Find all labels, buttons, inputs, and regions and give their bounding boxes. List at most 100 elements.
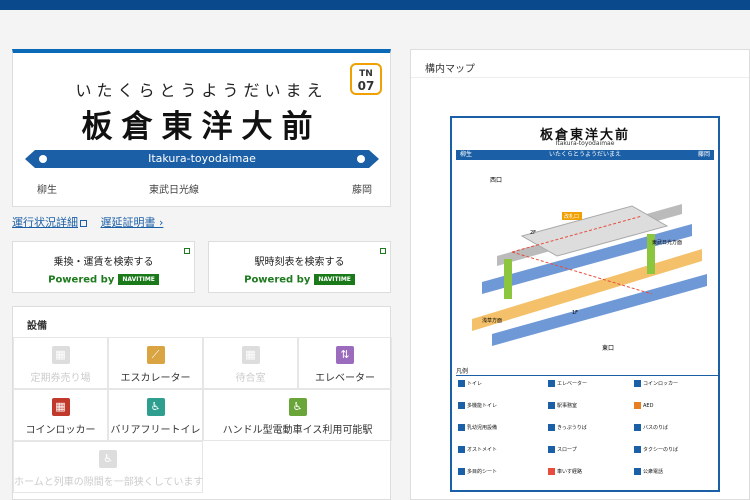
- elevator-icon: [548, 380, 555, 387]
- station-sign: いたくらとうようだいまえ 板倉東洋大前 TN 07 Itakura-toyoda…: [12, 49, 391, 207]
- facility-label: バリアフリートイレ: [110, 425, 201, 436]
- facility-electric-wheelchair: ♿ ハンドル型電動車イス利用可能駅: [203, 389, 392, 441]
- facility-waiting-room: ▦ 待合室: [203, 337, 298, 389]
- station-reading: いたくらとうようだいまえ: [75, 81, 328, 100]
- facility-coin-locker: ▦ コインロッカー: [13, 389, 108, 441]
- legend-item: AED: [634, 402, 653, 409]
- gate-label: 改札口: [564, 213, 579, 220]
- map-reading: いたくらとうようだいまえ: [548, 151, 621, 158]
- facility-accessible-toilet: ♿ バリアフリートイレ: [108, 389, 203, 441]
- legend-item: スロープ: [548, 446, 577, 453]
- station-romaji: Itakura-toyodaimae: [35, 150, 369, 168]
- facility-label: ホームと列車の隙間を一部狭くしています: [14, 477, 204, 488]
- legend-item: バスのりば: [634, 424, 668, 431]
- station-office-icon: [548, 402, 555, 409]
- fare-search-label: 乗換・運賃を検索する: [53, 257, 154, 268]
- baby-facility-icon: [458, 424, 465, 431]
- stairs-west: [504, 259, 512, 299]
- legend-item: タクシーのりば: [634, 446, 678, 453]
- aed-icon: [634, 402, 641, 409]
- accessible-toilet-icon: [458, 402, 465, 409]
- facility-label: 定期券売り場: [30, 373, 91, 384]
- facility-label: ハンドル型電動車イス利用可能駅: [222, 425, 373, 436]
- bus-icon: [634, 424, 641, 431]
- escalator-icon: ⟋: [146, 346, 165, 364]
- svg-text:1F: 1F: [572, 310, 578, 316]
- station-number: 07: [357, 79, 375, 93]
- certificate-link[interactable]: 遅延証明書 ›: [101, 216, 164, 229]
- powered-by: Powered by NAVITIME: [209, 274, 390, 286]
- coin-locker-icon: [634, 380, 641, 387]
- facility-label: エレベーター: [315, 373, 375, 384]
- elevator-icon: ⇅: [336, 346, 354, 364]
- navitime-logo: NAVITIME: [314, 274, 355, 285]
- prev-station: 柳生: [37, 185, 57, 196]
- ticket-office-icon: ▦: [51, 346, 70, 364]
- station-map-panel: 構内マップ 板倉東洋大前 Itakura-toyodaimae 柳生 いたくらと…: [410, 49, 750, 500]
- station-number-badge: TN 07: [350, 63, 382, 95]
- facility-ticket-office: ▦ 定期券売り場: [13, 337, 108, 389]
- facility-label: エスカレーター: [120, 373, 191, 384]
- fare-search-button[interactable]: 乗換・運賃を検索する Powered by NAVITIME: [12, 241, 195, 293]
- facility-platform-gap: ♿ ホームと列車の隙間を一部狭くしています: [13, 441, 203, 493]
- map-line-bar: 柳生 いたくらとうようだいまえ 藤岡: [456, 150, 714, 160]
- facility-escalator: ⟋ エスカレーター: [108, 337, 203, 389]
- map-legend: トイレ エレベーター コインロッカー 多機能トイレ 駅事務室 AED 乳幼児用設…: [456, 375, 718, 475]
- accessible-toilet-icon: ♿: [146, 398, 165, 416]
- legend-item: コインロッカー: [634, 380, 678, 387]
- map-heading: 構内マップ: [411, 50, 749, 78]
- line-name: 東武日光線: [149, 185, 199, 196]
- status-link-label: 運行状況詳細: [12, 216, 78, 229]
- status-link[interactable]: 運行状況詳細: [12, 216, 87, 229]
- certificate-link-label: 遅延証明書: [100, 216, 156, 229]
- legend-item: 乳幼児用設備: [458, 424, 497, 431]
- map-next-station: 藤岡: [697, 151, 710, 158]
- arrow-right-icon: [369, 150, 379, 168]
- legend-title: 凡例: [456, 368, 469, 375]
- waiting-room-icon: ▦: [241, 346, 260, 364]
- legend-item: 多目的シート: [458, 468, 497, 475]
- legend-item: 車いす経路: [548, 468, 582, 475]
- station-name: 板倉東洋大前: [81, 109, 322, 145]
- powered-by-text: Powered by: [244, 274, 311, 286]
- map-station-romaji: Itakura-toyodaimae: [555, 140, 615, 147]
- powered-by-text: Powered by: [48, 274, 115, 286]
- facility-elevator: ⇅ エレベーター: [298, 337, 392, 389]
- timetable-search-button[interactable]: 駅時刻表を検索する Powered by NAVITIME: [208, 241, 391, 293]
- station-map-image[interactable]: 板倉東洋大前 Itakura-toyodaimae 柳生 いたくらとうようだいま…: [450, 116, 720, 492]
- facility-label: 待合室: [235, 373, 266, 384]
- to-tobu-nikko: 東武日光方面: [652, 239, 682, 246]
- legend-item: 多機能トイレ: [458, 402, 497, 409]
- to-asakusa: 浅草方面: [482, 317, 502, 324]
- ostomate-icon: [458, 446, 465, 453]
- arrow-left-icon: [25, 150, 35, 168]
- timetable-search-label: 駅時刻表を検索する: [254, 257, 345, 268]
- toilet-icon: [458, 380, 465, 387]
- legend-item: オストメイト: [458, 446, 497, 453]
- platform-gap-icon: ♿: [99, 450, 117, 468]
- svg-text:2F: 2F: [530, 230, 536, 236]
- facility-label: コインロッカー: [25, 425, 96, 436]
- taxi-icon: [634, 446, 641, 453]
- facility-panel: 設備 ▦ 定期券売り場 ⟋ エスカレーター ▦ 待合室 ⇅ エレベーター ▦ コインロッカ…: [12, 306, 392, 500]
- legend-item: 駅事務室: [548, 402, 577, 409]
- external-link-icon: [184, 248, 190, 254]
- legend-item: エレベーター: [548, 380, 587, 387]
- link-row: 運行状況詳細 遅延証明書 ›: [12, 214, 173, 230]
- external-link-icon: [80, 219, 87, 227]
- west-exit-label: 西口: [490, 177, 502, 184]
- legend-item: きっぷうりば: [548, 424, 587, 431]
- legend-item: 公衆電話: [634, 468, 663, 475]
- coin-locker-icon: ▦: [51, 398, 70, 416]
- east-exit-label: 東口: [602, 344, 614, 352]
- powered-by: Powered by NAVITIME: [13, 274, 194, 286]
- phone-icon: [634, 468, 641, 475]
- electric-wheelchair-icon: ♿: [288, 398, 307, 416]
- map-diagram: 西口 東口 改札口 東武日光方面 浅草方面 2F 1F: [472, 177, 707, 352]
- map-prev-station: 柳生: [460, 151, 473, 158]
- facility-heading: 設備: [27, 321, 47, 332]
- top-bar: [0, 0, 750, 10]
- external-link-icon: [380, 248, 386, 254]
- multipurpose-seat-icon: [458, 468, 465, 475]
- slope-icon: [548, 446, 555, 453]
